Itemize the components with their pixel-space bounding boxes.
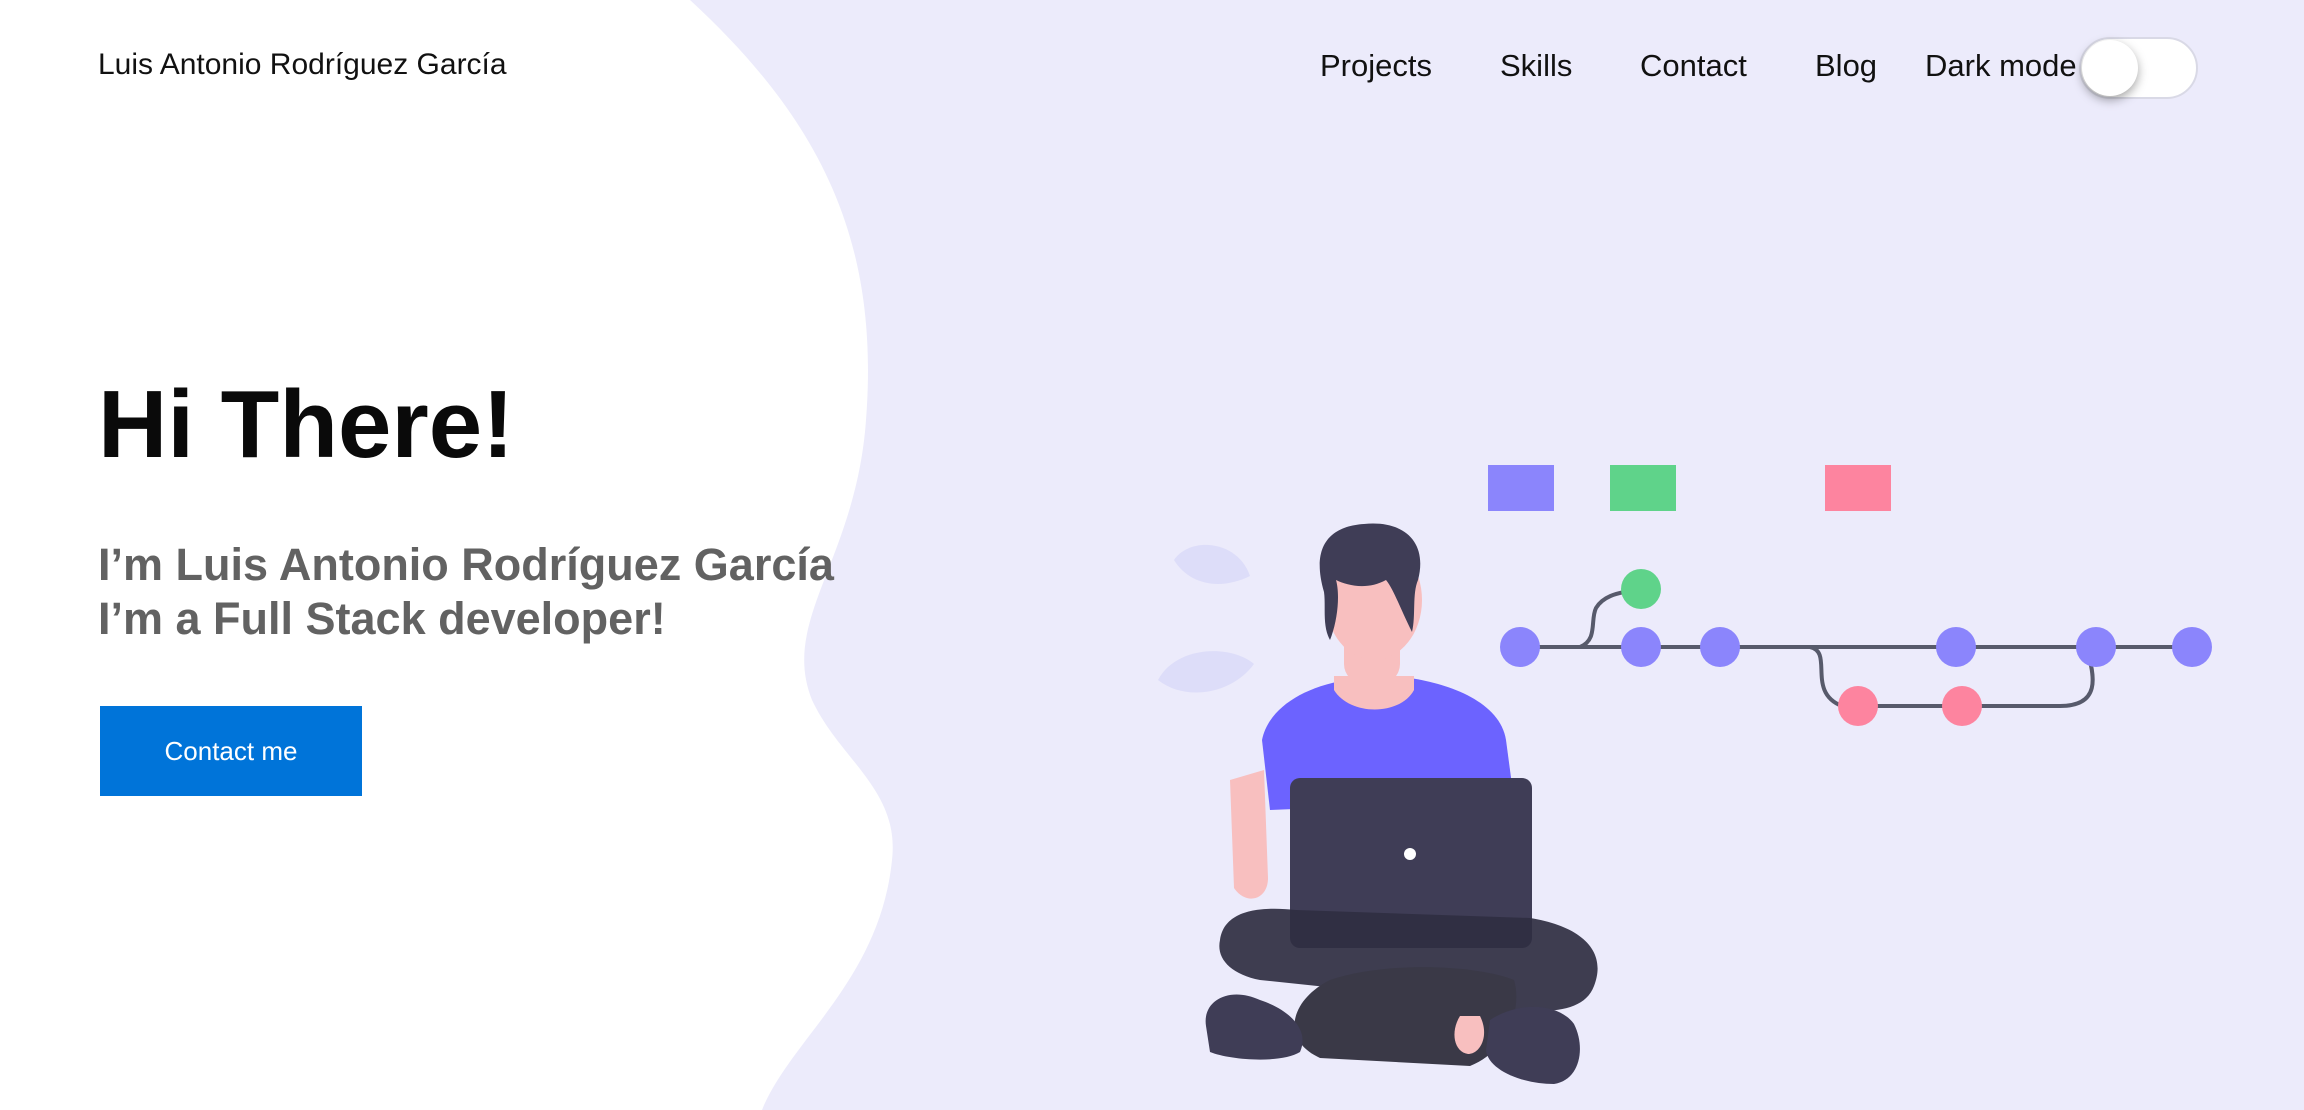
leaf-icon [1158, 544, 1254, 693]
hero-title: Hi There! [98, 371, 515, 478]
developer-illustration [1158, 465, 2212, 1084]
dark-mode-label: Dark mode [1925, 48, 2077, 83]
nav-link-skills[interactable]: Skills [1500, 48, 1572, 84]
git-graph-icon [1488, 465, 2212, 726]
site-brand[interactable]: Luis Antonio Rodríguez García [98, 48, 507, 82]
contact-me-button[interactable]: Contact me [100, 706, 362, 796]
dark-mode-toggle[interactable] [2079, 37, 2198, 99]
hero-subtitle: I’m Luis Antonio Rodríguez García I’m a … [98, 538, 834, 646]
nav-link-contact[interactable]: Contact [1640, 48, 1747, 84]
hero-subtitle-name: I’m Luis Antonio Rodríguez García [98, 539, 834, 590]
person-icon [1205, 523, 1598, 1084]
hero-subtitle-role: I’m a Full Stack developer! [98, 593, 666, 644]
nav-link-blog[interactable]: Blog [1815, 48, 1877, 84]
site-header: Luis Antonio Rodríguez García Projects S… [0, 0, 2304, 136]
toggle-knob [2082, 40, 2138, 96]
nav-link-projects[interactable]: Projects [1320, 48, 1432, 84]
